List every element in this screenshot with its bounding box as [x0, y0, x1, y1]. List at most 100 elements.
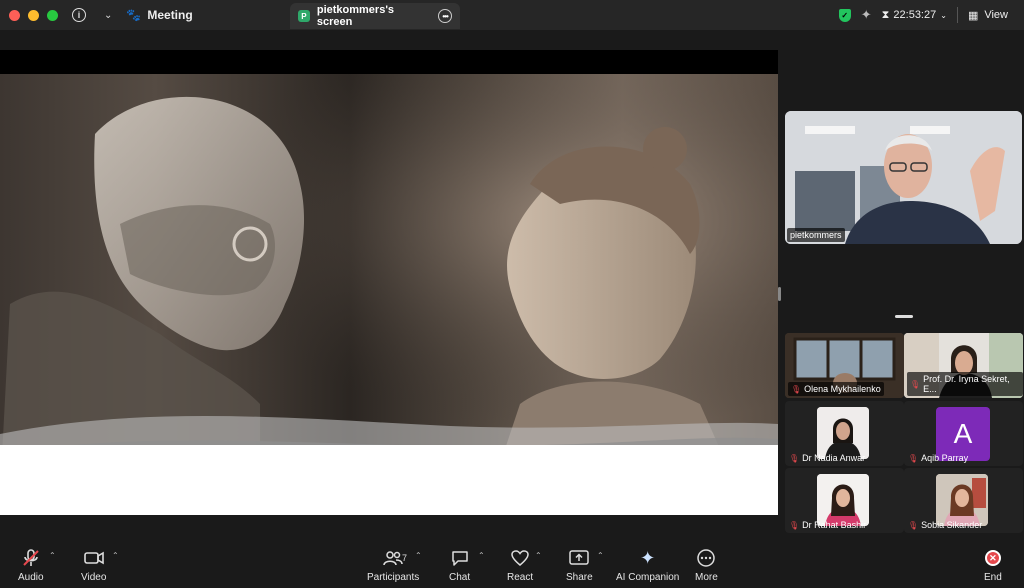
react-button[interactable]: React — [507, 548, 533, 583]
heart-icon — [510, 548, 530, 568]
meeting-tab-label: Meeting — [147, 8, 193, 22]
ai-companion-button[interactable]: ✦ AI Companion — [616, 547, 680, 584]
end-meeting-button[interactable]: ✕ End — [984, 548, 1002, 583]
participants-icon — [382, 548, 404, 568]
profile-photo-graphic — [817, 474, 869, 526]
participants-options-caret[interactable]: ⌃ — [415, 551, 422, 560]
screen-tab-badge: P — [298, 10, 310, 22]
participant-name: Dr Nadia Anwar — [802, 453, 866, 463]
chat-bubble-icon — [450, 548, 470, 568]
participant-name: Prof. Dr. Iryna Sekret, E... — [923, 374, 1010, 394]
view-button[interactable]: ▦ View — [968, 9, 1008, 22]
participant-name: Dr Rahat Bashir — [802, 520, 867, 530]
profile-photo — [936, 474, 988, 526]
more-label: More — [695, 572, 718, 583]
chat-options-caret[interactable]: ⌃ — [478, 551, 485, 560]
gallery-divider-handle[interactable] — [895, 315, 913, 318]
ai-sparkle-icon[interactable]: ✦ — [861, 7, 872, 23]
close-window-button[interactable] — [9, 9, 20, 21]
profile-photo-graphic — [936, 474, 988, 526]
shared-slide-image — [0, 74, 778, 494]
mic-off-icon: 🎙 — [789, 453, 800, 463]
end-call-icon: ✕ — [984, 550, 1001, 566]
more-graphic — [697, 549, 716, 567]
shared-screen-tab[interactable]: P pietkommers's screen ••• — [290, 3, 460, 29]
participant-tile-1[interactable]: 🎙 Prof. Dr. Iryna Sekret, E... — [904, 333, 1023, 398]
active-speaker-video[interactable]: pietkommers — [785, 111, 1022, 244]
speaker-name-tag: pietkommers — [787, 228, 845, 242]
video-options-caret[interactable]: ⌃ — [112, 551, 119, 560]
more-dots-icon — [696, 548, 716, 568]
fullscreen-window-button[interactable] — [47, 9, 58, 21]
profile-photo — [817, 407, 869, 459]
shared-screen[interactable] — [0, 50, 778, 515]
participant-name-tag: 🎙 Dr Rahat Bashir — [789, 520, 866, 530]
participant-name-tag: 🎙 Olena Mykhailenko — [788, 382, 884, 396]
react-label: React — [507, 572, 534, 583]
meeting-controls-toolbar: Audio ⌃ Video ⌃ Participants 7 ⌃ Chat ⌃ … — [0, 538, 1024, 588]
share-screen-icon — [568, 548, 590, 568]
audio-button[interactable]: Audio — [18, 548, 44, 583]
chat-button[interactable]: Chat — [449, 548, 470, 583]
grid-view-icon: ▦ — [967, 9, 979, 22]
meeting-timer[interactable]: ⧗ 22:53:27 ⌄ — [882, 9, 947, 22]
robot-and-girl-illustration — [0, 74, 778, 494]
share-label: Share — [566, 572, 593, 583]
zoom-meeting-window: i ⌄ 🐾 Meeting P pietkommers's screen •••… — [0, 0, 1024, 588]
meeting-tab[interactable]: 🐾 Meeting — [126, 8, 192, 22]
paw-icon: 🐾 — [126, 8, 142, 22]
title-bar-right: ✓ ✦ ⧗ 22:53:27 ⌄ ▦ View — [838, 0, 1024, 30]
camera-graphic — [83, 551, 104, 565]
share-options-caret[interactable]: ⌃ — [597, 551, 604, 560]
react-options-caret[interactable]: ⌃ — [535, 551, 542, 560]
participant-tile-5[interactable]: 🎙 Sobia Sikander — [904, 468, 1023, 533]
microphone-muted-icon — [21, 548, 41, 568]
more-button[interactable]: More — [695, 548, 718, 583]
end-icon-wrapper: ✕ — [984, 548, 1001, 568]
audio-options-caret[interactable]: ⌃ — [49, 551, 56, 560]
title-bar: i ⌄ 🐾 Meeting P pietkommers's screen •••… — [0, 0, 1024, 30]
video-label: Video — [81, 572, 107, 583]
participant-tile-0[interactable]: 🎙 Olena Mykhailenko — [785, 333, 904, 398]
video-button[interactable]: Video — [81, 548, 106, 583]
participant-tile-3[interactable]: A 🎙 Aqib Parray — [904, 401, 1023, 466]
chevron-down-icon: ⌄ — [940, 10, 947, 20]
panel-resize-handle[interactable] — [778, 287, 781, 301]
participant-name: Sobia Sikander — [921, 520, 983, 530]
ai-sparkle-icon: ✦ — [640, 547, 656, 568]
screen-tab-label: pietkommers's screen — [316, 4, 395, 28]
mic-off-icon: 🎙 — [908, 520, 919, 530]
hourglass-icon: ⧗ — [881, 8, 890, 21]
participant-name: Olena Mykhailenko — [804, 384, 881, 394]
participants-label: Participants — [367, 572, 420, 583]
participant-tile-4[interactable]: 🎙 Dr Rahat Bashir — [785, 468, 904, 533]
participant-name-tag: 🎙 Prof. Dr. Iryna Sekret, E... — [907, 372, 1023, 396]
audio-label: Audio — [18, 572, 44, 583]
more-options-icon[interactable]: ••• — [438, 9, 452, 23]
participant-tile-2[interactable]: 🎙 Dr Nadia Anwar — [785, 401, 904, 466]
speaker-name: pietkommers — [790, 230, 842, 240]
minimize-window-button[interactable] — [28, 9, 39, 21]
participants-count: 7 — [402, 553, 408, 563]
participant-name-tag: 🎙 Aqib Parray — [908, 453, 968, 463]
view-label: View — [984, 9, 1008, 21]
participants-button[interactable]: Participants — [367, 548, 419, 583]
people-graphic — [383, 551, 403, 566]
ai-companion-label: AI Companion — [616, 572, 680, 583]
participant-name-tag: 🎙 Sobia Sikander — [908, 520, 982, 530]
video-camera-icon — [83, 548, 105, 568]
mic-off-icon: 🎙 — [908, 453, 919, 463]
mic-off-icon: 🎙 — [789, 520, 800, 530]
heart-graphic — [511, 550, 529, 566]
chevron-down-icon[interactable]: ⌄ — [104, 10, 112, 21]
chat-graphic — [451, 551, 468, 566]
participant-name-tag: 🎙 Dr Nadia Anwar — [789, 453, 865, 463]
slide-white-band — [0, 445, 778, 515]
divider — [956, 7, 958, 23]
share-button[interactable]: Share — [566, 548, 593, 583]
profile-photo — [817, 474, 869, 526]
info-icon[interactable]: i — [72, 8, 86, 22]
profile-photo-graphic — [817, 407, 869, 459]
encryption-shield-icon[interactable]: ✓ — [838, 8, 851, 22]
mic-off-icon: 🎙 — [791, 384, 802, 394]
